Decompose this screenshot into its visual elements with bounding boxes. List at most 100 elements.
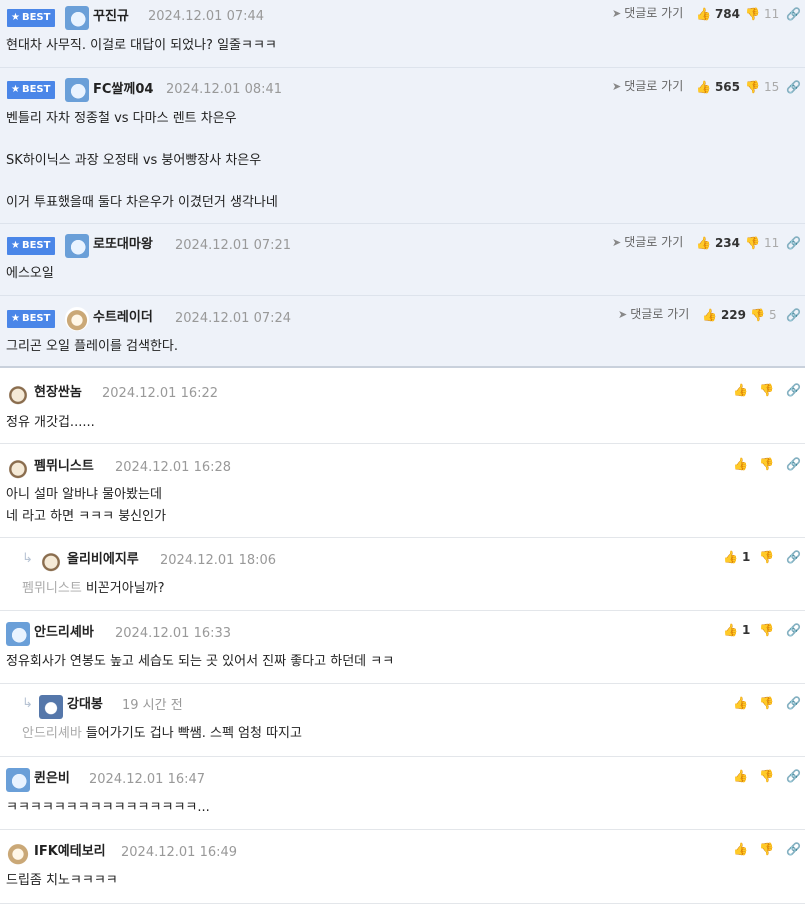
downvote-button[interactable]: 👎 11 xyxy=(745,235,779,251)
link-button[interactable]: 🔗 xyxy=(786,622,801,638)
upvote-button[interactable]: 👍 1 xyxy=(723,622,750,638)
comment-date: 2024.12.01 16:28 xyxy=(115,460,232,475)
nickname[interactable]: 현장싼놈 xyxy=(34,384,82,402)
nickname[interactable]: 수트레이더 xyxy=(93,309,153,327)
thumbs-up-icon: 👍 xyxy=(723,550,738,564)
link-button[interactable]: 🔗 xyxy=(786,841,801,857)
upvote-button[interactable]: 👍 565 xyxy=(696,79,740,95)
downvote-button[interactable]: 👎 xyxy=(759,549,778,565)
best-comment: ★ BEST FC쌀께04 2024.12.01 08:41 ➤ 댓글로 가기 👍 5… xyxy=(0,68,805,224)
thumbs-down-icon: 👎 xyxy=(745,80,760,94)
link-button[interactable]: 🔗 xyxy=(786,79,801,95)
reply-arrow-icon: ↳ xyxy=(22,696,33,711)
go-to-reply-link[interactable]: ➤ 댓글로 가기 xyxy=(612,78,683,95)
mention[interactable]: 펨뮈니스트 xyxy=(22,581,82,596)
nickname[interactable]: 로또대마왕 xyxy=(93,236,153,254)
nickname[interactable]: 안드리셰바 xyxy=(34,624,94,642)
nickname[interactable]: 꾸진규 xyxy=(93,8,129,26)
best-badge: ★ BEST xyxy=(7,237,56,255)
best-badge: ★ BEST xyxy=(7,81,56,99)
upvote-button[interactable]: 👍 xyxy=(733,841,752,857)
thumbs-up-icon: 👍 xyxy=(733,842,748,856)
go-to-reply-link[interactable]: ➤ 댓글로 가기 xyxy=(618,306,689,323)
upvote-button[interactable]: 👍 784 xyxy=(696,6,740,22)
link-button[interactable]: 🔗 xyxy=(786,307,801,323)
send-icon: ➤ xyxy=(612,236,622,249)
nickname[interactable]: 펨뮈니스트 xyxy=(34,458,94,476)
link-icon: 🔗 xyxy=(786,623,801,637)
link-button[interactable]: 🔗 xyxy=(786,456,801,472)
link-button[interactable]: 🔗 xyxy=(786,549,801,565)
nickname[interactable]: IFK예테보리 xyxy=(34,843,106,861)
upvote-button[interactable]: 👍 xyxy=(733,382,752,398)
upvote-button[interactable]: 👍 229 xyxy=(702,307,746,323)
thumbs-up-icon: 👍 xyxy=(696,80,711,94)
link-button[interactable]: 🔗 xyxy=(786,695,801,711)
comment: 펨뮈니스트 2024.12.01 16:28 👍 👎 🔗 아니 설마 알바냐 물… xyxy=(0,444,805,538)
downvote-button[interactable]: 👎 xyxy=(759,382,778,398)
link-icon: 🔗 xyxy=(786,308,801,322)
comment-text: 펨뮈니스트 비꼰거아닐까? xyxy=(22,581,165,596)
comment-text: 안드리셰바 들어가기도 겁나 빡쌤. 스펙 엄청 따지고 xyxy=(22,726,302,741)
link-icon: 🔗 xyxy=(786,457,801,471)
downvote-button[interactable]: 👎 11 xyxy=(745,6,779,22)
avatar[interactable] xyxy=(6,768,30,792)
star-icon: ★ xyxy=(11,12,20,23)
comment-date: 2024.12.01 07:21 xyxy=(175,238,292,253)
downvote-button[interactable]: 👎 xyxy=(759,456,778,472)
thumbs-down-icon: 👎 xyxy=(759,696,774,710)
avatar[interactable] xyxy=(6,622,30,646)
nickname[interactable]: 퀸은비 xyxy=(34,770,70,788)
avatar[interactable] xyxy=(39,695,63,719)
comment: 퀸은비 2024.12.01 16:47 👍 👎 🔗 ㅋㅋㅋㅋㅋㅋㅋㅋㅋㅋㅋㅋㅋ… xyxy=(0,757,805,830)
thumbs-down-icon: 👎 xyxy=(759,383,774,397)
reply-comment: ↳ 올리비에지루 2024.12.01 18:06 👍 1 👎 🔗 펨뮈니스트 비꼰… xyxy=(0,538,805,611)
comment-text: 현대차 사무직. 이걸로 대답이 되었나? 일줄ㅋㅋㅋ xyxy=(6,38,277,53)
thumbs-up-icon: 👍 xyxy=(733,696,748,710)
upvote-button[interactable]: 👍 234 xyxy=(696,235,740,251)
avatar[interactable] xyxy=(6,456,30,480)
comment-date: 2024.12.01 07:24 xyxy=(175,311,292,326)
downvote-button[interactable]: 👎 xyxy=(759,768,778,784)
mention[interactable]: 안드리셰바 xyxy=(22,726,82,741)
best-comment: ★ BEST 수트레이더 2024.12.01 07:24 ➤ 댓글로 가기 👍 22… xyxy=(0,296,805,368)
avatar[interactable] xyxy=(65,234,89,258)
downvote-button[interactable]: 👎 xyxy=(759,622,778,638)
nickname[interactable]: 올리비에지루 xyxy=(67,551,139,569)
star-icon: ★ xyxy=(11,313,20,324)
downvote-button[interactable]: 👎 5 xyxy=(750,307,777,323)
nickname[interactable]: FC쌀께04 xyxy=(93,81,153,99)
link-icon: 🔗 xyxy=(786,7,801,21)
avatar[interactable] xyxy=(39,549,63,573)
thumbs-down-icon: 👎 xyxy=(759,623,774,637)
go-to-reply-link[interactable]: ➤ 댓글로 가기 xyxy=(612,5,683,22)
avatar[interactable] xyxy=(6,841,30,865)
comment-date: 19 시간 전 xyxy=(122,698,183,713)
link-button[interactable]: 🔗 xyxy=(786,768,801,784)
avatar[interactable] xyxy=(65,6,89,30)
downvote-button[interactable]: 👎 xyxy=(759,695,778,711)
downvote-button[interactable]: 👎 15 xyxy=(745,79,779,95)
avatar[interactable] xyxy=(65,78,89,102)
upvote-button[interactable]: 👍 1 xyxy=(723,549,750,565)
thumbs-up-icon: 👍 xyxy=(733,457,748,471)
upvote-button[interactable]: 👍 xyxy=(733,695,752,711)
link-button[interactable]: 🔗 xyxy=(786,6,801,22)
comment-date: 2024.12.01 16:22 xyxy=(102,386,219,401)
comment-date: 2024.12.01 16:33 xyxy=(115,626,232,641)
go-to-reply-link[interactable]: ➤ 댓글로 가기 xyxy=(612,234,683,251)
reply-arrow-icon: ↳ xyxy=(22,551,33,566)
comment: 현장싼놈 2024.12.01 16:22 👍 👎 🔗 정유 개갓겁...... xyxy=(0,370,805,444)
link-button[interactable]: 🔗 xyxy=(786,235,801,251)
avatar[interactable] xyxy=(65,307,89,331)
link-icon: 🔗 xyxy=(786,236,801,250)
upvote-button[interactable]: 👍 xyxy=(733,768,752,784)
comment-date: 2024.12.01 18:06 xyxy=(160,553,277,568)
downvote-button[interactable]: 👎 xyxy=(759,841,778,857)
avatar[interactable] xyxy=(6,382,30,406)
star-icon: ★ xyxy=(11,84,20,95)
upvote-button[interactable]: 👍 xyxy=(733,456,752,472)
nickname[interactable]: 강대봉 xyxy=(67,696,103,714)
link-button[interactable]: 🔗 xyxy=(786,382,801,398)
comment-text: 아니 설마 알바냐 물아봤는데 네 라고 하면 ㅋㅋㅋ 붕신인가 xyxy=(6,487,167,524)
